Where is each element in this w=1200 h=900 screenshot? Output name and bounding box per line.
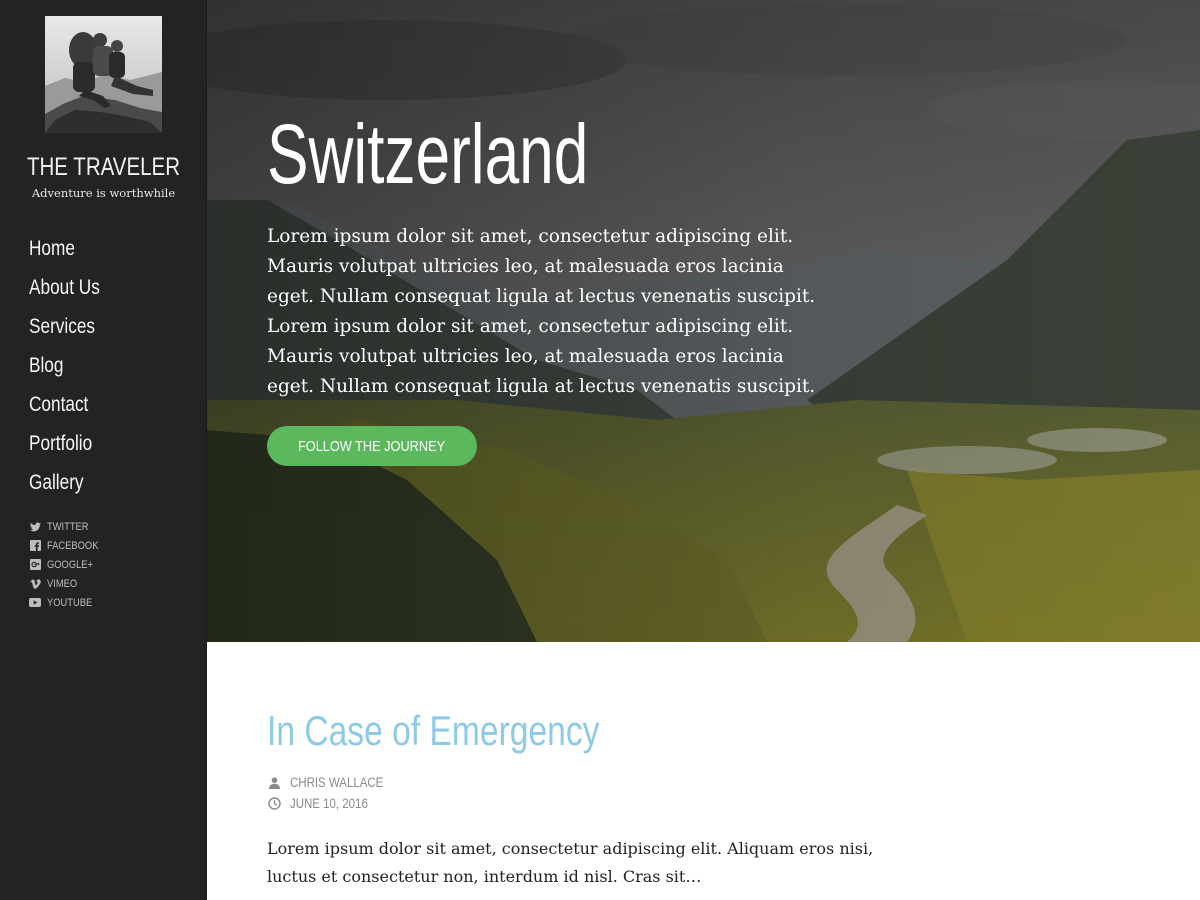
social-label-google-plus: GOOGLE+ <box>47 558 93 571</box>
post-excerpt: Lorem ipsum dolor sit amet, consectetur … <box>267 839 874 886</box>
site-logo[interactable] <box>45 16 162 133</box>
social-link-youtube[interactable]: YOUTUBE <box>29 593 108 612</box>
post-title[interactable]: In Case of Emergency <box>267 700 763 762</box>
hero-text: Lorem ipsum dolor sit amet, consectetur … <box>267 226 816 397</box>
social-label-facebook: FACEBOOK <box>47 539 99 552</box>
nav-item-blog: Blog <box>29 353 115 392</box>
google-plus-icon <box>29 559 41 571</box>
post-date-row: JUNE 10, 2016 <box>267 793 887 814</box>
social-link-facebook[interactable]: FACEBOOK <box>29 536 108 555</box>
traveler-photo <box>45 16 162 133</box>
twitter-icon <box>29 521 41 533</box>
hero-banner: Switzerland Lorem ipsum dolor sit amet, … <box>207 0 1200 642</box>
nav-item-gallery: Gallery <box>29 470 115 509</box>
main-nav: Home About Us Services Blog Contact Port… <box>29 236 115 509</box>
post-date[interactable]: JUNE 10, 2016 <box>290 796 368 811</box>
clock-icon <box>267 797 281 811</box>
site-tagline: Adventure is worthwhile <box>31 186 176 200</box>
post-author[interactable]: CHRIS WALLACE <box>290 775 383 790</box>
nav-link-services[interactable]: Services <box>29 314 95 340</box>
youtube-icon <box>29 597 41 609</box>
sidebar: THE TRAVELER Adventure is worthwhile Hom… <box>0 0 207 900</box>
nav-item-services: Services <box>29 314 115 353</box>
social-label-vimeo: VIMEO <box>47 577 78 590</box>
hero-title: Switzerland <box>267 107 589 201</box>
nav-item-portfolio: Portfolio <box>29 431 115 470</box>
nav-item-contact: Contact <box>29 392 115 431</box>
facebook-icon <box>29 540 41 552</box>
social-links: TWITTER FACEBOOK GOOGLE+ VIMEO YOUTUBE <box>29 517 108 612</box>
nav-item-about-us: About Us <box>29 275 115 314</box>
nav-link-gallery[interactable]: Gallery <box>29 470 84 496</box>
nav-link-portfolio[interactable]: Portfolio <box>29 431 92 457</box>
nav-item-home: Home <box>29 236 115 275</box>
user-icon <box>267 776 281 790</box>
social-label-youtube: YOUTUBE <box>47 596 93 609</box>
vimeo-icon <box>29 578 41 590</box>
nav-link-blog[interactable]: Blog <box>29 353 63 379</box>
social-label-twitter: TWITTER <box>47 520 89 533</box>
site-title[interactable]: THE TRAVELER <box>19 153 189 182</box>
blog-post: In Case of Emergency CHRIS WALLACE JUNE … <box>267 700 887 891</box>
post-author-row: CHRIS WALLACE <box>267 772 887 793</box>
social-link-google-plus[interactable]: GOOGLE+ <box>29 555 108 574</box>
follow-the-journey-label: FOLLOW THE JOURNEY <box>298 437 446 455</box>
nav-link-about-us[interactable]: About Us <box>29 275 100 301</box>
nav-link-home[interactable]: Home <box>29 236 75 262</box>
post-meta: CHRIS WALLACE JUNE 10, 2016 <box>267 772 887 814</box>
social-link-vimeo[interactable]: VIMEO <box>29 574 108 593</box>
follow-the-journey-button[interactable]: FOLLOW THE JOURNEY <box>267 426 477 466</box>
nav-link-contact[interactable]: Contact <box>29 392 88 418</box>
social-link-twitter[interactable]: TWITTER <box>29 517 108 536</box>
